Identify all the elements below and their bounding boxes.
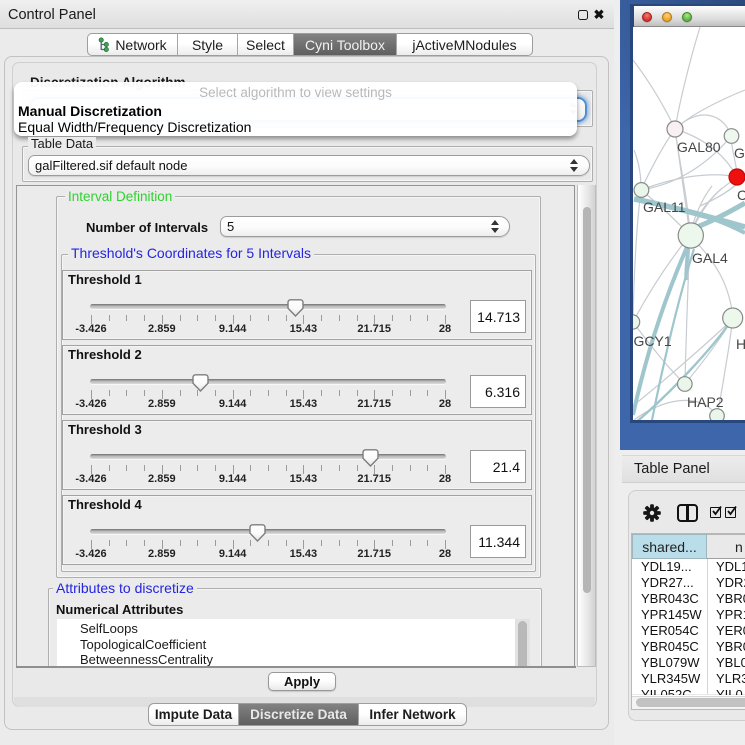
svg-text:GAL11: GAL11 [643, 199, 686, 215]
svg-text:GA: GA [734, 145, 745, 161]
svg-text:GAL4: GAL4 [692, 250, 728, 266]
svg-text:GCY1: GCY1 [634, 333, 672, 349]
svg-text:GAL80: GAL80 [677, 139, 721, 155]
svg-text:H: H [736, 336, 745, 352]
svg-text:C: C [737, 187, 745, 203]
svg-text:HAP2: HAP2 [687, 394, 724, 410]
